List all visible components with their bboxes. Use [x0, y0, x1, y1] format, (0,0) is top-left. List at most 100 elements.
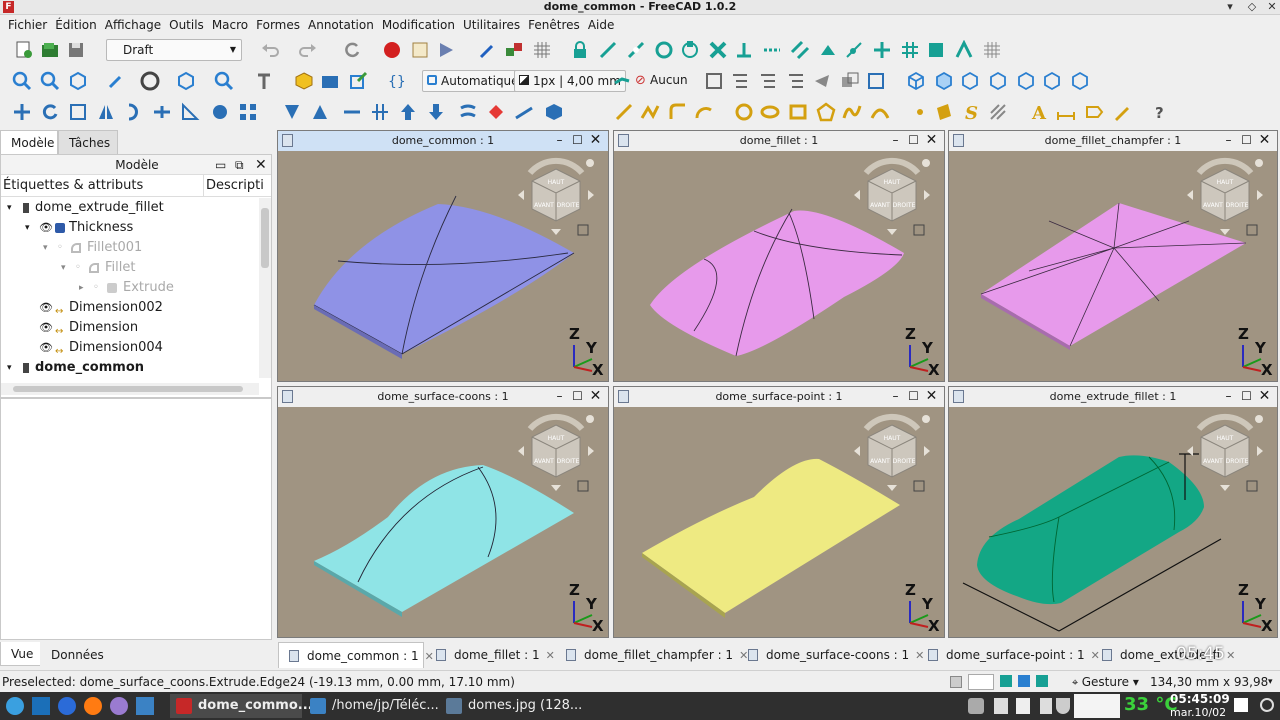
hatch-tool-icon[interactable]: [988, 102, 1008, 122]
menu-edition[interactable]: Édition: [51, 15, 101, 35]
wire-tool-icon[interactable]: [612, 71, 632, 91]
maximize-view-button[interactable]: ☐: [905, 387, 922, 405]
tray-lock-icon[interactable]: [1040, 698, 1052, 714]
box-view-icon[interactable]: [176, 71, 196, 91]
close-view-button[interactable]: ✕: [923, 131, 940, 149]
view-arrow-icon[interactable]: [106, 71, 126, 91]
view-window-2[interactable]: dome_fillet : 1 – ☐ ✕ HAUT AVANT DROITE ZY…: [613, 130, 945, 382]
view-bottom-icon[interactable]: [1042, 71, 1062, 91]
minimize-view-button[interactable]: –: [1220, 131, 1237, 149]
tree-view-icon[interactable]: [730, 71, 750, 91]
nav-style-button[interactable]: ⌖ Gesture ▾: [1072, 671, 1139, 694]
menu-fichier[interactable]: Fichier: [4, 15, 51, 35]
auto-button[interactable]: Automatique: [422, 70, 524, 92]
view-window-6[interactable]: dome_extrude_fillet : 1 – ☐ ✕ HAUT AVANT D…: [948, 386, 1278, 638]
eye-hidden-icon[interactable]: ◦: [75, 258, 81, 278]
close-button[interactable]: ✕: [1264, 0, 1280, 14]
line-tool-icon[interactable]: [614, 102, 634, 122]
draft-arrow-icon[interactable]: [478, 40, 498, 60]
tab-modele[interactable]: Modèle: [0, 130, 58, 154]
navigation-cube[interactable]: HAUT AVANT DROITE: [850, 155, 934, 239]
offset-icon[interactable]: [124, 102, 144, 122]
shape2dview-icon[interactable]: [458, 102, 478, 122]
label-tool-icon[interactable]: [1084, 102, 1104, 122]
whats-this-icon[interactable]: ?: [1152, 102, 1172, 122]
maximize-view-button[interactable]: ☐: [569, 387, 586, 405]
eye-icon[interactable]: 👁: [39, 318, 53, 338]
menu-macro[interactable]: Macro: [208, 15, 252, 35]
firefox-icon[interactable]: [84, 697, 102, 715]
browser-icon[interactable]: [58, 697, 76, 715]
viewport[interactable]: HAUT AVANT DROITE ZYX: [614, 151, 944, 381]
wire-to-bspline-icon[interactable]: [342, 102, 362, 122]
polyline-tool-icon[interactable]: [640, 102, 660, 122]
workbench-select[interactable]: Draft ▼: [106, 39, 242, 61]
viewport[interactable]: HAUT AVANT DROITE ZYX: [949, 407, 1277, 637]
snap-near-status-icon[interactable]: [1036, 675, 1048, 687]
arrow-down-icon[interactable]: [426, 102, 446, 122]
undo-icon[interactable]: [260, 40, 280, 60]
draft-to-sketch-icon[interactable]: [486, 102, 506, 122]
collapse-icon[interactable]: ▾: [61, 258, 66, 278]
zoom-box-icon[interactable]: [214, 71, 234, 91]
snap-center-icon[interactable]: [654, 40, 674, 60]
expand-icon[interactable]: ▸: [79, 278, 84, 298]
minimize-view-button[interactable]: –: [1220, 387, 1237, 405]
start-menu-icon[interactable]: [6, 697, 24, 715]
maximize-button[interactable]: ◇: [1244, 0, 1260, 14]
new-file-icon[interactable]: [14, 40, 34, 60]
clone-icon[interactable]: [840, 71, 860, 91]
snap-status-icon[interactable]: [968, 674, 994, 690]
navigation-cube[interactable]: HAUT AVANT DROITE: [1183, 155, 1267, 239]
snap-parallel-icon[interactable]: [790, 40, 810, 60]
shapestring-icon[interactable]: S: [962, 102, 982, 122]
view-rear-icon[interactable]: [1016, 71, 1036, 91]
maximize-view-button[interactable]: ☐: [905, 131, 922, 149]
snap-ortho-status-icon[interactable]: [1018, 675, 1030, 687]
chevron-down-icon[interactable]: ▾: [1268, 671, 1273, 693]
close-view-button[interactable]: ✕: [587, 131, 604, 149]
eye-hidden-icon[interactable]: ◦: [57, 238, 63, 258]
redo-icon[interactable]: [298, 40, 318, 60]
play-macro-icon[interactable]: [436, 40, 456, 60]
collapse-icon[interactable]: ▾: [7, 198, 12, 218]
refresh-icon[interactable]: [342, 40, 362, 60]
open-file-icon[interactable]: [40, 40, 60, 60]
menu-outils[interactable]: Outils: [165, 15, 208, 35]
select-group-icon[interactable]: [786, 71, 806, 91]
snap-extension-icon[interactable]: [762, 40, 782, 60]
view-iso-icon[interactable]: [906, 71, 926, 91]
eye-icon[interactable]: 👁: [39, 338, 53, 358]
menu-utilitaires[interactable]: Utilitaires: [459, 15, 524, 35]
none-button[interactable]: ⊘ Aucun: [632, 70, 692, 92]
arc-tool-icon[interactable]: [694, 102, 714, 122]
view-right-icon[interactable]: [988, 71, 1008, 91]
task-image-viewer[interactable]: domes.jpg (128...: [440, 694, 582, 718]
facebinder-tool-icon[interactable]: [934, 102, 954, 122]
move-to-layer-icon[interactable]: [812, 71, 832, 91]
text-tool-icon[interactable]: A: [1030, 102, 1050, 122]
working-plane-icon[interactable]: [866, 71, 886, 91]
viewport[interactable]: HAUT AVANT DROITE ZYX: [949, 151, 1277, 381]
grid-icon[interactable]: [532, 40, 552, 60]
task-freecad[interactable]: dome_commo...: [170, 694, 313, 718]
eye-icon[interactable]: 👁: [39, 298, 53, 318]
doc-tab-dome-extrude-fillet[interactable]: dome_extrude_fi ✕: [1092, 642, 1256, 668]
tree-vertical-scrollbar[interactable]: [259, 198, 271, 378]
mirror-icon[interactable]: [96, 102, 116, 122]
close-panel-icon[interactable]: ✕: [255, 155, 267, 175]
tray-app-icon[interactable]: [1234, 698, 1248, 712]
eye-hidden-icon[interactable]: ◦: [93, 278, 99, 298]
column-labels-attributes[interactable]: Étiquettes & attributs: [3, 175, 143, 197]
maximize-view-button[interactable]: ☐: [1238, 387, 1255, 405]
minimize-view-button[interactable]: –: [551, 387, 568, 405]
collapse-icon[interactable]: ▾: [7, 358, 12, 378]
tab-donnees[interactable]: Données: [40, 642, 115, 666]
view-front-icon[interactable]: [934, 71, 954, 91]
layer-icon[interactable]: [704, 71, 724, 91]
part-icon[interactable]: [294, 71, 314, 91]
view-window-3[interactable]: dome_fillet_champfer : 1 – ☐ ✕ HAUT AVANT…: [948, 130, 1278, 382]
view-window-5[interactable]: dome_surface-point : 1 – ☐ ✕ HAUT AVANT DR…: [613, 386, 945, 638]
file-manager-icon[interactable]: [136, 697, 154, 715]
arrow-up-icon[interactable]: [398, 102, 418, 122]
